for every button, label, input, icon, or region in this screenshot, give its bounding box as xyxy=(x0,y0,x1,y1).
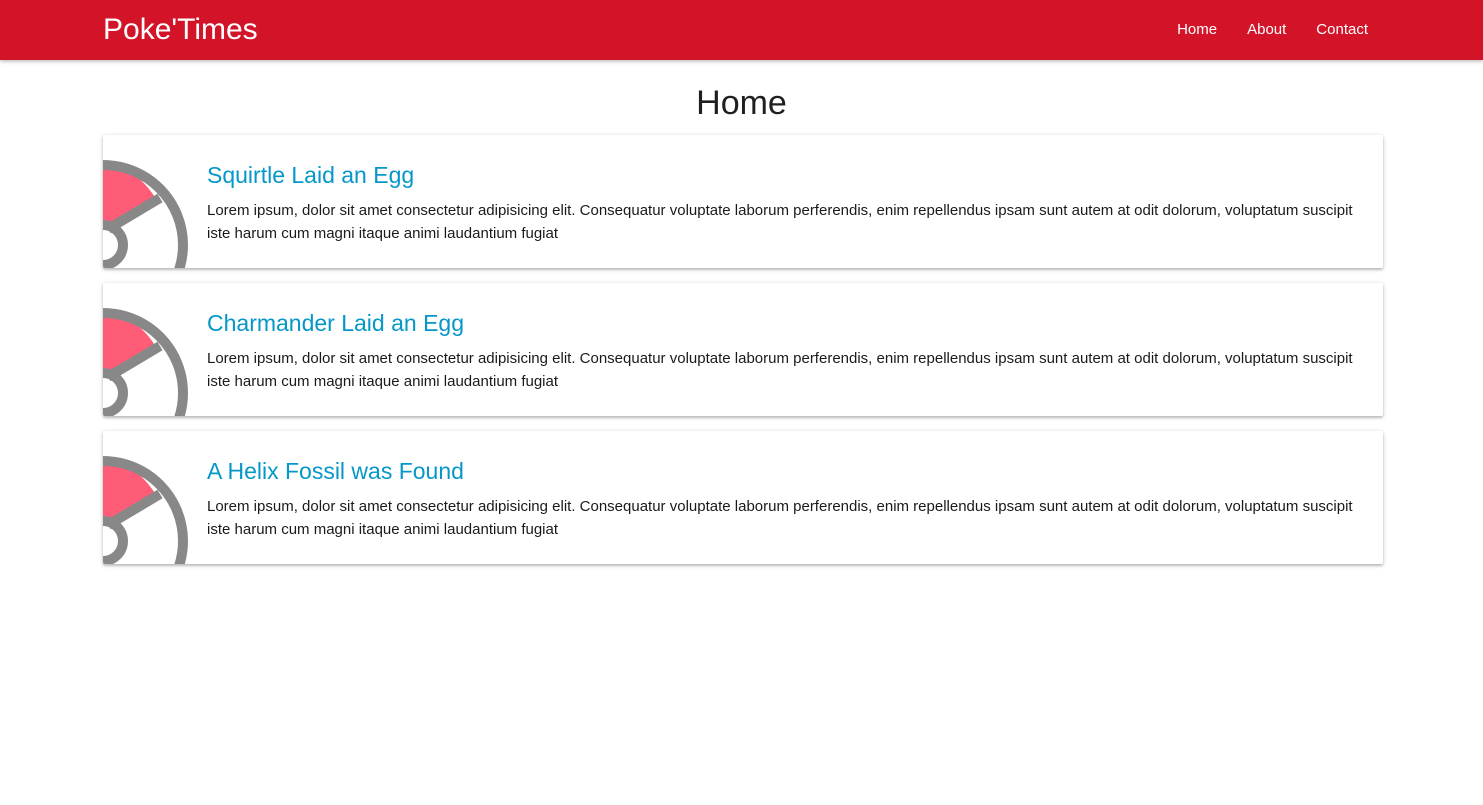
nav-link-home[interactable]: Home xyxy=(1162,0,1232,60)
nav-link-about[interactable]: About xyxy=(1232,0,1301,60)
page-title: Home xyxy=(696,84,787,122)
brand-logo[interactable]: Poke'Times xyxy=(103,10,258,50)
post-body: Lorem ipsum, dolor sit amet consectetur … xyxy=(207,350,1353,390)
post-title[interactable]: Squirtle Laid an Egg xyxy=(207,159,414,191)
nav-link-contact[interactable]: Contact xyxy=(1301,0,1383,60)
pokeball-icon xyxy=(103,160,188,268)
post-title[interactable]: A Helix Fossil was Found xyxy=(207,455,464,487)
pokeball-icon xyxy=(103,456,188,564)
post-body: Lorem ipsum, dolor sit amet consectetur … xyxy=(207,498,1353,538)
post-card[interactable]: Squirtle Laid an Egg Lorem ipsum, dolor … xyxy=(103,135,1383,268)
pokeball-icon xyxy=(103,308,188,416)
post-card[interactable]: Charmander Laid an Egg Lorem ipsum, dolo… xyxy=(103,283,1383,416)
post-card[interactable]: A Helix Fossil was Found Lorem ipsum, do… xyxy=(103,431,1383,564)
post-title[interactable]: Charmander Laid an Egg xyxy=(207,307,464,339)
navbar: Poke'Times Home About Contact xyxy=(0,0,1483,60)
nav-links: Home About Contact xyxy=(1162,0,1383,60)
post-body: Lorem ipsum, dolor sit amet consectetur … xyxy=(207,202,1353,242)
